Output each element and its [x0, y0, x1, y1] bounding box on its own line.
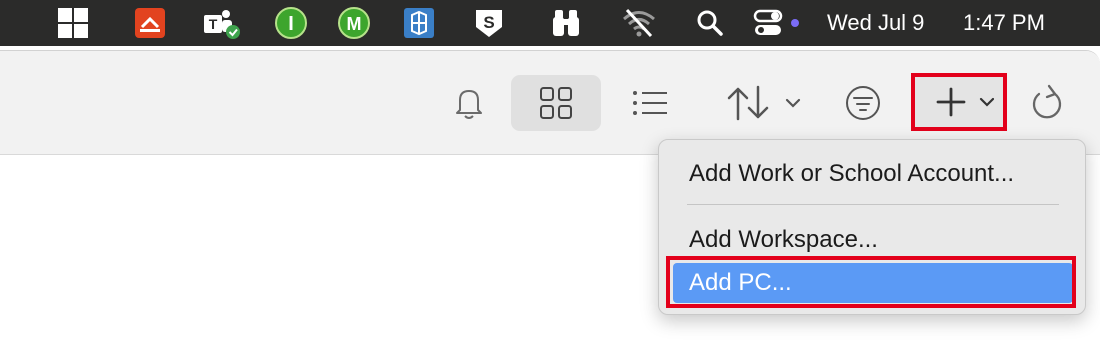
menubar-date[interactable]: Wed Jul 9 — [827, 0, 924, 46]
search-icon[interactable] — [696, 8, 724, 38]
menu-item-add-workspace[interactable]: Add Workspace... — [673, 220, 1073, 260]
menu-item-add-work-or-school-account[interactable]: Add Work or School Account... — [673, 154, 1073, 194]
filter-icon[interactable] — [843, 83, 883, 123]
list-view-icon[interactable] — [630, 85, 670, 121]
green-m-icon[interactable]: M — [337, 7, 371, 39]
add-pc-highlight — [666, 256, 1076, 308]
grid-view-button[interactable] — [511, 75, 601, 131]
control-center-icon[interactable] — [751, 8, 803, 38]
binoculars-icon[interactable] — [549, 8, 583, 38]
refresh-icon[interactable] — [1027, 81, 1067, 125]
blue-app-icon[interactable] — [403, 8, 435, 38]
add-icon — [936, 87, 994, 117]
svg-text:M: M — [347, 14, 362, 34]
add-button[interactable] — [911, 73, 1007, 131]
green-i-icon[interactable]: I — [274, 7, 308, 39]
grid-view-icon — [540, 87, 572, 119]
s-shield-icon[interactable]: S — [472, 8, 506, 38]
svg-text:T: T — [209, 16, 218, 32]
macos-menu-bar: T I M S Wed Jul 9 1:47 PM — [0, 0, 1100, 46]
menubar-time[interactable]: 1:47 PM — [963, 0, 1045, 46]
anydesk-icon[interactable] — [133, 8, 167, 38]
menu-separator — [687, 204, 1059, 205]
teams-icon[interactable]: T — [202, 8, 242, 39]
bell-icon[interactable] — [450, 83, 488, 123]
sort-icon — [727, 85, 801, 121]
svg-text:I: I — [288, 13, 294, 35]
wifi-off-icon[interactable] — [620, 8, 658, 38]
svg-text:S: S — [483, 13, 494, 32]
sort-button[interactable] — [724, 81, 804, 125]
windows-icon[interactable] — [56, 8, 90, 38]
